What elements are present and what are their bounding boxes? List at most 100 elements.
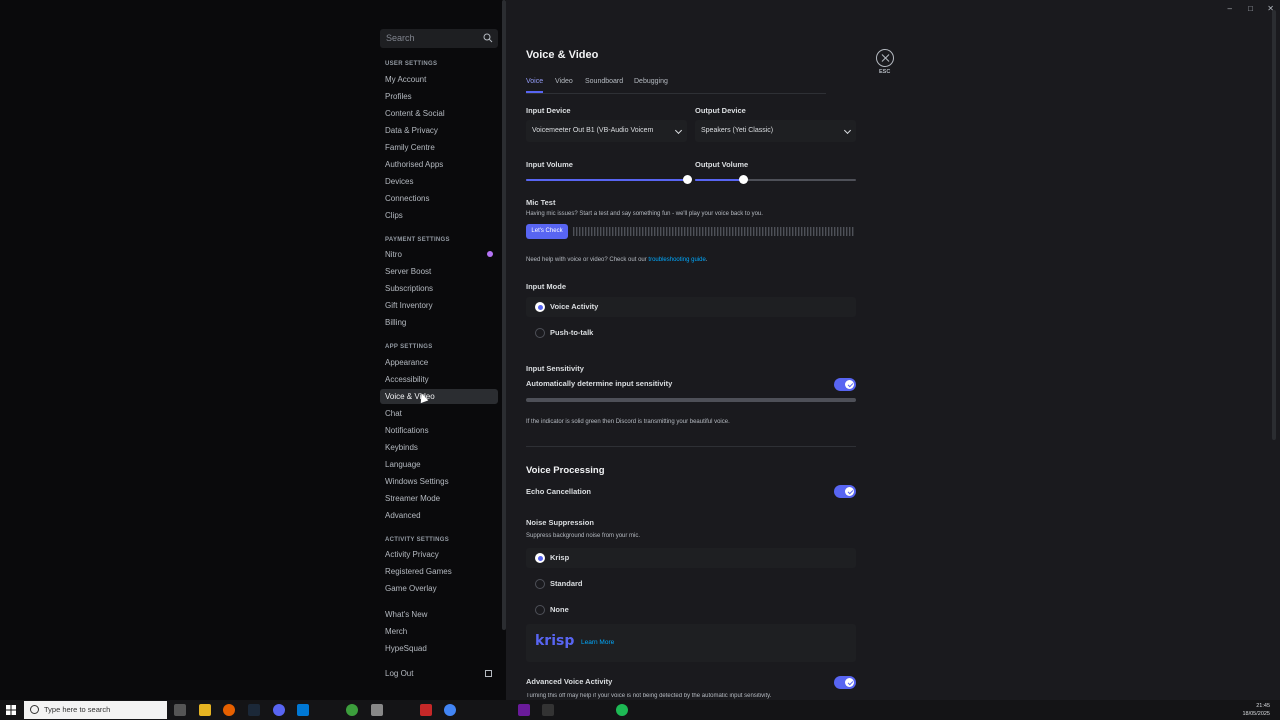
sidebar-item-voice-video[interactable]: Voice & Video (380, 389, 498, 404)
sidebar-item-nitro[interactable]: Nitro (380, 247, 498, 262)
sidebar-item-notifications[interactable]: Notifications (380, 423, 498, 438)
sidebar-item-clips[interactable]: Clips (380, 208, 498, 223)
sidebar-item-keybinds[interactable]: Keybinds (380, 440, 498, 455)
sidebar-item-authorised-apps[interactable]: Authorised Apps (380, 157, 498, 172)
tab-voice[interactable]: Voice (526, 78, 543, 85)
sidebar-search-placeholder: Search (386, 33, 415, 43)
sidebar-item-data-privacy[interactable]: Data & Privacy (380, 123, 498, 138)
app-icon[interactable] (420, 704, 432, 716)
tab-video[interactable]: Video (555, 78, 573, 85)
sidebar-item-whats-new[interactable]: What's New (380, 607, 498, 622)
input-volume-label: Input Volume (526, 160, 573, 169)
mic-meter-bar (807, 227, 809, 236)
sidebar-item-family-centre[interactable]: Family Centre (380, 140, 498, 155)
discord-icon[interactable] (273, 704, 285, 716)
outlook-icon[interactable] (297, 704, 309, 716)
input-mode-voice-activity[interactable]: Voice Activity (526, 297, 856, 317)
mic-meter-bar (831, 227, 833, 236)
xbox-icon[interactable] (346, 704, 358, 716)
firefox-icon[interactable] (223, 704, 235, 716)
input-device-select[interactable]: Voicemeeter Out B1 (VB-Audio Voicem (526, 120, 687, 142)
sidebar-item-subscriptions[interactable]: Subscriptions (380, 281, 498, 296)
esc-label: ESC (879, 69, 891, 75)
minimize-icon[interactable]: – (1228, 4, 1232, 13)
close-icon[interactable] (876, 49, 894, 67)
sidebar-item-appearance[interactable]: Appearance (380, 355, 498, 370)
sidebar-item-windows-settings[interactable]: Windows Settings (380, 474, 498, 489)
output-volume-thumb[interactable] (739, 175, 749, 184)
sidebar-item-content-social[interactable]: Content & Social (380, 106, 498, 121)
sidebar-item-accessibility[interactable]: Accessibility (380, 372, 498, 387)
mic-meter-bar (744, 227, 746, 236)
mic-meter-bar (765, 227, 767, 236)
input-volume-thumb[interactable] (683, 175, 692, 184)
mic-meter-bar (588, 227, 590, 236)
app-icon[interactable] (542, 704, 554, 716)
sidebar-item-server-boost[interactable]: Server Boost (380, 264, 498, 279)
input-mode-push-to-talk[interactable]: Push-to-talk (526, 323, 856, 343)
sidebar-item-game-overlay[interactable]: Game Overlay (380, 581, 498, 596)
steam-icon[interactable] (248, 704, 260, 716)
sidebar-item-gift-inventory[interactable]: Gift Inventory (380, 298, 498, 313)
mic-meter-bar (681, 227, 683, 236)
mic-meter-bar (783, 227, 785, 236)
echo-cancellation-toggle[interactable] (834, 485, 856, 498)
output-volume-fill (695, 179, 744, 181)
sidebar-item-billing[interactable]: Billing (380, 315, 498, 330)
auto-sensitivity-toggle[interactable] (834, 378, 856, 391)
noise-option-none[interactable]: None (526, 600, 856, 620)
mic-meter-bar (714, 227, 716, 236)
sidebar-item-logout[interactable]: Log Out (380, 666, 498, 681)
sidebar-item-profiles[interactable]: Profiles (380, 89, 498, 104)
window-close-icon[interactable]: ✕ (1267, 4, 1274, 13)
windows-start-icon[interactable] (6, 705, 16, 715)
chevron-down-icon (843, 126, 852, 135)
mic-meter-bar (777, 227, 779, 236)
mic-meter-bar (585, 227, 587, 236)
mic-meter-bar (594, 227, 596, 236)
noise-option-krisp[interactable]: Krisp (526, 548, 856, 568)
sidebar-item-devices[interactable]: Devices (380, 174, 498, 189)
app-icon[interactable] (518, 704, 530, 716)
app-icon[interactable] (371, 704, 383, 716)
tab-debugging[interactable]: Debugging (634, 78, 668, 85)
lets-check-button[interactable]: Let's Check (526, 224, 568, 239)
sidebar-search-input[interactable]: Search (380, 29, 498, 48)
output-volume-slider[interactable] (695, 175, 856, 184)
taskbar-clock[interactable]: 21:45 18/05/2025 (1242, 702, 1270, 718)
sidebar-item-advanced[interactable]: Advanced (380, 508, 498, 523)
sidebar-item-merch[interactable]: Merch (380, 624, 498, 639)
noise-option-standard[interactable]: Standard (526, 574, 856, 594)
tab-soundboard[interactable]: Soundboard (585, 78, 623, 85)
help-text: Need help with voice or video? Check out… (526, 257, 707, 263)
logout-icon (485, 670, 492, 677)
user-settings-header: USER SETTINGS (385, 61, 438, 67)
sidebar-item-connections[interactable]: Connections (380, 191, 498, 206)
krisp-learn-more-link[interactable]: Learn More (581, 639, 614, 646)
mic-meter-bar (837, 227, 839, 236)
maximize-icon[interactable]: □ (1248, 4, 1253, 13)
sidebar-item-registered-games[interactable]: Registered Games (380, 564, 498, 579)
mic-meter-bar (822, 227, 824, 236)
radio-label: Push-to-talk (550, 328, 594, 337)
sidebar-item-my-account[interactable]: My Account (380, 72, 498, 87)
sidebar-item-chat[interactable]: Chat (380, 406, 498, 421)
task-view-icon[interactable] (174, 704, 186, 716)
mic-meter-bar (750, 227, 752, 236)
spotify-icon[interactable] (616, 704, 628, 716)
content-scrollbar[interactable] (1272, 10, 1276, 440)
input-mode-label: Input Mode (526, 282, 566, 291)
advanced-voice-activity-toggle[interactable] (834, 676, 856, 689)
input-volume-slider[interactable] (526, 175, 692, 184)
chrome-icon[interactable] (444, 704, 456, 716)
mic-meter-bar (720, 227, 722, 236)
sidebar-item-activity-privacy[interactable]: Activity Privacy (380, 547, 498, 562)
output-device-select[interactable]: Speakers (Yeti Classic) (695, 120, 856, 142)
troubleshooting-link[interactable]: troubleshooting guide (648, 257, 705, 263)
sidebar-item-hypesquad[interactable]: HypeSquad (380, 641, 498, 656)
sidebar-item-language[interactable]: Language (380, 457, 498, 472)
taskbar-search-input[interactable]: Type here to search (24, 701, 167, 719)
sidebar-item-streamer-mode[interactable]: Streamer Mode (380, 491, 498, 506)
radio-label: None (550, 605, 569, 614)
file-explorer-icon[interactable] (199, 704, 211, 716)
